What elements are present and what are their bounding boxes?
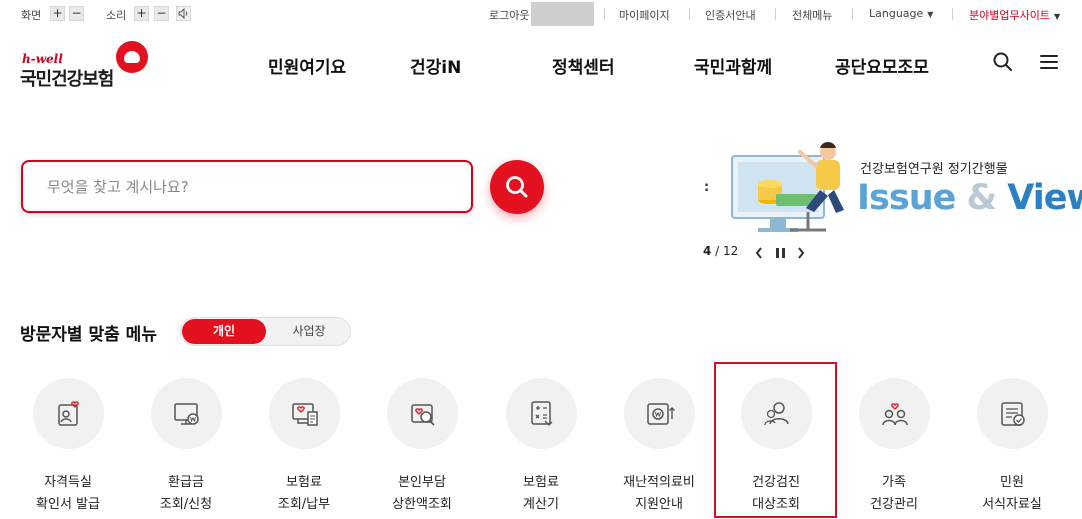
pager-controls: [754, 245, 814, 264]
service-label-line1: 보험료: [523, 475, 559, 490]
logo-mark-icon: [116, 41, 148, 73]
all-menu-link[interactable]: 전체메뉴: [792, 7, 832, 23]
service-label-line2: 확인서 발급: [36, 497, 100, 512]
calculator-icon: [531, 401, 553, 426]
service-item[interactable]: 재난적의료비 지원안내: [604, 378, 714, 518]
next-arrow-icon[interactable]: [798, 247, 805, 259]
service-label-line1: 자격득실: [44, 475, 92, 490]
service-item[interactable]: 보험료 계산기: [486, 378, 596, 518]
gnb-with-people[interactable]: 국민과함께: [694, 53, 772, 78]
screen-zoom-label: 화면: [21, 9, 42, 22]
banner-colon: :: [704, 180, 710, 195]
service-icon-circle: [624, 378, 695, 449]
mypage-link[interactable]: 마이페이지: [619, 7, 670, 23]
banner-title-issue: Issue: [857, 178, 956, 218]
cert-guide-link[interactable]: 인증서안내: [705, 7, 756, 23]
service-item[interactable]: 가족 건강관리: [839, 378, 949, 518]
service-label-line2: 서식자료실: [982, 497, 1042, 512]
logo-text: 국민건강보험: [20, 69, 114, 90]
screen-zoom-out-button[interactable]: −: [69, 6, 84, 21]
banner-title: Issue & View: [857, 178, 1082, 218]
pause-icon[interactable]: [776, 248, 785, 258]
prev-arrow-icon[interactable]: [755, 247, 762, 259]
field-site-select[interactable]: 분야별업무사이트 ▼: [969, 7, 1060, 23]
service-item[interactable]: 본인부담 상한액조회: [367, 378, 477, 518]
gnb-health-in[interactable]: 건강iN: [410, 53, 461, 78]
visitor-type-toggle: 개인 사업장: [180, 317, 351, 346]
screen-zoom-in-button[interactable]: +: [50, 6, 65, 21]
sound-label: 소리: [106, 9, 127, 22]
visitor-menu-title: 방문자별 맞춤 메뉴: [20, 325, 157, 345]
caret-down-icon: ▼: [1053, 12, 1061, 21]
id-card-heart-icon: [58, 401, 79, 426]
service-label-line2: 조회/신청: [159, 497, 213, 512]
service-icon-circle: [859, 378, 930, 449]
speaker-icon[interactable]: [176, 6, 191, 21]
service-label-line2: 상한액조회: [392, 497, 452, 512]
service-label-line1: 가족: [882, 475, 906, 490]
search-input[interactable]: [47, 174, 447, 200]
sound-up-button[interactable]: +: [134, 6, 149, 21]
service-label-line2: 조회/납부: [277, 497, 331, 512]
service-icon-circle: [977, 378, 1048, 449]
heart-search-icon: [411, 404, 435, 426]
search-icon: [506, 176, 528, 198]
logo-subtext: h-well: [22, 52, 63, 66]
service-item[interactable]: 보험료 조회/납부: [249, 378, 359, 518]
caret-down-icon: ▼: [927, 10, 934, 19]
language-label: Language: [869, 7, 924, 20]
divider: [775, 8, 776, 20]
service-label-line1: 본인부담: [398, 475, 446, 490]
service-label-line2: 건강관리: [870, 497, 918, 512]
divider: [852, 8, 853, 20]
service-icon-circle: [506, 378, 577, 449]
issue-view-banner[interactable]: : 건강보험연구원 정기간행물 Issue & View 4 / 12: [700, 138, 1082, 268]
service-label-line2: 지원안내: [635, 497, 683, 512]
gnb-about[interactable]: 공단요모조모: [835, 53, 929, 78]
monitor-won-icon: [174, 403, 199, 425]
language-select[interactable]: Language ▼: [869, 7, 933, 20]
banner-title-amp: &: [955, 178, 1008, 218]
service-icon-circle: [151, 378, 222, 449]
field-site-label: 분야별업무사이트: [969, 9, 1050, 22]
service-label-line1: 환급금: [168, 475, 204, 490]
service-label-line1: 재난적의료비: [623, 475, 695, 490]
service-item[interactable]: 자격득실 확인서 발급: [13, 378, 123, 518]
search-button[interactable]: [490, 160, 544, 214]
person-at-monitor-illustration: [731, 142, 844, 232]
logo[interactable]: h-well 국민건강보험: [20, 40, 155, 90]
divider: [604, 8, 605, 20]
banner-subtitle: 건강보험연구원 정기간행물: [860, 162, 1008, 177]
search-icon[interactable]: [991, 50, 1015, 74]
search-box: [21, 160, 473, 213]
document-check-icon: [1001, 402, 1025, 426]
service-label-line1: 보험료: [286, 475, 322, 490]
gnb-policy-center[interactable]: 정책센터: [552, 53, 615, 78]
utility-bar: 화면 + − 소리 + − 로그아웃 마이페이지 인증서안내 전체메뉴 Lang…: [0, 0, 1082, 28]
pager-separator: /: [711, 244, 724, 258]
pager-total: 12: [723, 244, 739, 258]
divider: [689, 8, 690, 20]
gnb-minwon[interactable]: 민원여기요: [268, 53, 346, 78]
service-label-line1: 민원: [1000, 475, 1024, 490]
sound-down-button[interactable]: −: [154, 6, 169, 21]
logout-link[interactable]: 로그아웃: [489, 7, 529, 23]
service-item[interactable]: 민원 서식자료실: [957, 378, 1067, 518]
service-icon-circle: [33, 378, 104, 449]
family-heart-icon: [882, 403, 908, 426]
service-item[interactable]: 환급금 조회/신청: [131, 378, 241, 518]
banner-pager: 4 / 12: [703, 244, 738, 258]
monitor-bill-icon: [292, 403, 318, 426]
selection-highlight-box: [714, 362, 837, 518]
user-name-mask: [531, 2, 594, 26]
service-label-line2: 계산기: [523, 497, 559, 512]
coin-up-icon: [647, 403, 675, 425]
toggle-business[interactable]: 사업장: [267, 319, 351, 344]
divider: [952, 8, 953, 20]
service-icon-circle: [387, 378, 458, 449]
banner-title-view: View: [1007, 178, 1082, 218]
toggle-personal[interactable]: 개인: [182, 319, 266, 344]
hamburger-menu-icon[interactable]: [1037, 50, 1061, 74]
service-icon-circle: [269, 378, 340, 449]
